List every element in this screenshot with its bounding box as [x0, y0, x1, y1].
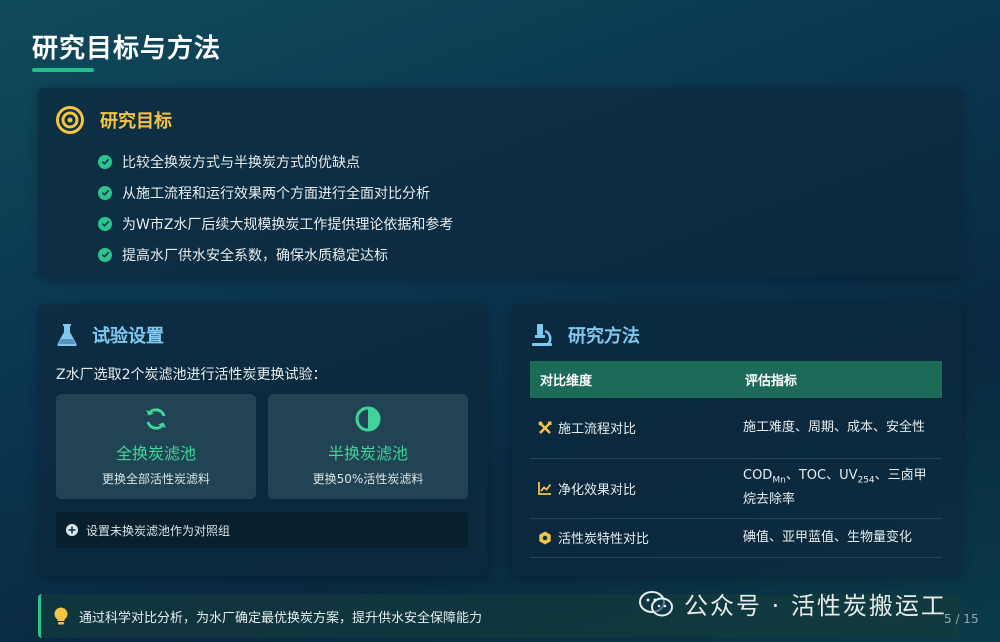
goal-text: 为W市Z水厂后续大规模换炭工作提供理论依据和参考	[122, 216, 454, 233]
sync-icon	[146, 408, 166, 430]
page-number: 5 / 15	[944, 612, 979, 626]
table-cell-metric: CODMn、TOC、UV254、三卤甲烷去除率	[735, 458, 942, 519]
control-note-text: 设置未换炭滤池作为对照组	[86, 523, 231, 538]
goal-text: 提高水厂供水安全系数，确保水质稳定达标	[122, 247, 388, 264]
goal-item: 比较全换炭方式与半换炭方式的优缺点	[98, 146, 453, 177]
experiment-intro: Z水厂选取2个炭滤池进行活性炭更换试验：	[56, 367, 327, 383]
title-underline	[32, 68, 94, 72]
goal-item: 提高水厂供水安全系数，确保水质稳定达标	[98, 239, 453, 270]
goal-item: 从施工流程和运行效果两个方面进行全面对比分析	[98, 177, 453, 208]
check-circle-icon	[98, 216, 112, 231]
table-row: 活性炭特性对比 碘值、亚甲蓝值、生物量变化	[530, 518, 942, 558]
methods-title: 研究方法	[568, 326, 640, 347]
table-cell-dimension: 施工流程对比	[530, 398, 735, 459]
flask-icon	[57, 324, 77, 346]
control-group-note: 设置未换炭滤池作为对照组	[56, 512, 468, 548]
goals-title: 研究目标	[100, 111, 172, 132]
methods-table: 对比维度 评估指标 施工流程对比 施工难度、周期、成本、安全性 净化效果对比 C…	[530, 361, 942, 558]
experiment-header: 试验设置	[56, 322, 164, 348]
watermark-text: 公众号 · 活性炭搬运工	[684, 592, 947, 620]
metric-text-cod: COD	[743, 467, 773, 483]
half-replacement-card: 半换炭滤池 更换50%活性炭滤料	[268, 394, 468, 499]
hexagon-gear-icon	[539, 531, 551, 544]
tools-icon	[538, 421, 552, 434]
plus-circle-icon	[66, 524, 78, 536]
methods-header: 研究方法	[530, 322, 640, 348]
table-cell-metric: 施工难度、周期、成本、安全性	[735, 398, 942, 459]
wechat-icon	[639, 590, 673, 616]
goal-text: 从施工流程和运行效果两个方面进行全面对比分析	[122, 185, 430, 202]
experiment-panel: 试验设置 Z水厂选取2个炭滤池进行活性炭更换试验： 全换炭滤池 更换全部活性炭滤…	[38, 304, 487, 576]
dimension-text: 净化效果对比	[558, 482, 637, 498]
line-chart-icon	[538, 482, 552, 495]
methods-panel: 研究方法 对比维度 评估指标 施工流程对比 施工难度、周期、成本、安全性 净化效…	[512, 304, 962, 576]
option-title: 半换炭滤池	[327, 444, 408, 463]
option-desc: 更换全部活性炭滤料	[101, 472, 210, 486]
table-row: 净化效果对比 CODMn、TOC、UV254、三卤甲烷去除率	[530, 458, 942, 519]
page-title: 研究目标与方法	[32, 34, 222, 64]
full-replacement-card: 全换炭滤池 更换全部活性炭滤料	[56, 394, 256, 499]
lightbulb-icon	[54, 607, 68, 625]
check-circle-icon	[98, 154, 112, 169]
goals-header: 研究目标	[56, 106, 172, 134]
table-row: 施工流程对比 施工难度、周期、成本、安全性	[530, 398, 942, 459]
option-title: 全换炭滤池	[115, 444, 196, 463]
goals-panel: 研究目标 比较全换炭方式与半换炭方式的优缺点 从施工流程和运行效果两个方面进行全…	[38, 88, 962, 278]
option-desc: 更换50%活性炭滤料	[312, 472, 424, 486]
microscope-icon	[532, 324, 552, 346]
dimension-text: 活性炭特性对比	[558, 532, 650, 547]
goal-item: 为W市Z水厂后续大规模换炭工作提供理论依据和参考	[98, 208, 453, 239]
tip-text: 通过科学对比分析，为水厂确定最优换炭方案，提升供水安全保障能力	[79, 610, 483, 626]
metric-text-toc-uv: 、TOC、UV	[785, 467, 858, 483]
table-header-dimension: 对比维度	[530, 361, 735, 398]
check-circle-icon	[98, 185, 112, 200]
wechat-watermark: 公众号 · 活性炭搬运工	[638, 586, 947, 621]
table-header-row: 对比维度 评估指标	[530, 361, 942, 398]
table-cell-metric: 碘值、亚甲蓝值、生物量变化	[735, 518, 942, 558]
goal-list: 比较全换炭方式与半换炭方式的优缺点 从施工流程和运行效果两个方面进行全面对比分析…	[98, 146, 453, 270]
goal-text: 比较全换炭方式与半换炭方式的优缺点	[122, 154, 360, 171]
table-cell-dimension: 活性炭特性对比	[530, 518, 735, 558]
target-icon	[56, 106, 84, 134]
table-cell-dimension: 净化效果对比	[530, 458, 735, 519]
metric-subscript-mn: Mn	[772, 475, 786, 486]
table-header-metric: 评估指标	[735, 361, 942, 398]
experiment-title: 试验设置	[92, 326, 164, 347]
half-circle-icon	[355, 406, 381, 432]
dimension-text: 施工流程对比	[558, 422, 637, 438]
metric-subscript-254: 254	[857, 475, 875, 486]
check-circle-icon	[98, 247, 112, 262]
